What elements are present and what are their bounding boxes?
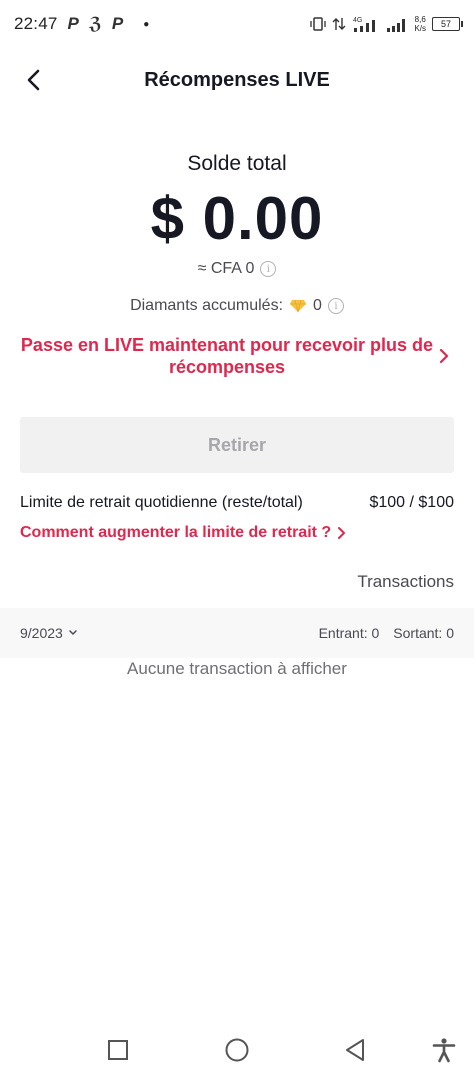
paypal-notification-icon: P [67, 14, 79, 33]
vibrate-icon [310, 17, 327, 31]
diamond-icon [290, 299, 307, 313]
increase-limit-text: Comment augmenter la limite de retrait ? [20, 524, 332, 541]
recent-apps-button[interactable] [102, 1034, 134, 1066]
diamonds-info-icon[interactable]: i [327, 298, 344, 314]
go-live-text: Passe en LIVE maintenant pour recevoir p… [20, 335, 434, 377]
signal-icon [387, 19, 406, 32]
increase-limit-link[interactable]: Comment augmenter la limite de retrait ? [20, 524, 347, 542]
app-notification-icon: ℨ [88, 14, 102, 33]
balance-amount: $ 0.00 [150, 185, 324, 252]
diamonds-label: Diamants accumulés: [130, 297, 284, 314]
accessibility-button[interactable] [428, 1034, 460, 1066]
balance-label: Solde total [187, 152, 287, 175]
chevron-down-icon [69, 630, 77, 636]
outgoing-count: Sortant: 0 [393, 625, 454, 641]
page-title: Récompenses LIVE [144, 68, 330, 91]
paypal-notification-icon-2: P [111, 14, 124, 33]
month-filter-bar: 9/2023 Entrant: 0 Sortant: 0 [0, 608, 474, 658]
status-right: 4G 8,6 K/s 57 [310, 15, 463, 33]
chevron-right-icon [434, 348, 454, 364]
empty-transactions-text: Aucune transaction à afficher [127, 659, 347, 678]
go-live-promo[interactable]: Passe en LIVE maintenant pour recevoir p… [20, 332, 454, 380]
battery-level: 57 [440, 19, 451, 29]
network-speed: 8,6 K/s [414, 15, 426, 33]
network-type-text: 4G [353, 17, 362, 24]
month-value: 9/2023 [20, 625, 63, 641]
accessibility-icon [432, 1038, 456, 1063]
signal-4g-icon: 4G [353, 17, 376, 32]
converted-balance: ≈ CFA 0 [197, 260, 255, 277]
square-icon [108, 1040, 128, 1060]
network-speed-value: 8,6 [414, 15, 426, 24]
header: Récompenses LIVE [0, 52, 474, 108]
withdraw-button[interactable]: Retirer [20, 417, 454, 473]
transactions-link[interactable]: Transactions [357, 572, 454, 592]
back-button[interactable] [16, 62, 52, 98]
diamonds-count: 0 [313, 297, 322, 314]
chevron-right-icon [338, 527, 346, 539]
status-bar: 22:47 P ℨ P ● 4G 8,6 K/s 57 [0, 0, 474, 48]
network-speed-unit: K/s [414, 24, 426, 33]
live-rewards-screen: 22:47 P ℨ P ● 4G 8,6 K/s 57 Récompenses … [0, 0, 474, 1080]
withdraw-limit-row: Limite de retrait quotidienne (reste/tot… [20, 494, 454, 512]
home-button[interactable] [221, 1034, 253, 1066]
info-icon[interactable]: i [260, 261, 277, 277]
withdraw-limit-value: $100 / $100 [369, 494, 454, 511]
back-nav-button[interactable] [339, 1034, 371, 1066]
month-counts: Entrant: 0 Sortant: 0 [319, 625, 454, 641]
battery-icon: 57 [432, 17, 463, 31]
system-nav-bar [0, 1020, 474, 1080]
more-notifications-dot-icon: ● [143, 18, 150, 30]
circle-icon [225, 1038, 249, 1062]
back-arrow-icon [27, 69, 40, 91]
triangle-back-icon [346, 1039, 364, 1061]
incoming-count: Entrant: 0 [318, 625, 380, 641]
month-selector[interactable]: 9/2023 [20, 625, 78, 641]
data-transfer-icon [332, 18, 346, 30]
converted-balance-row: ≈ CFA 0 i [0, 260, 474, 278]
status-left: 22:47 P ℨ P ● [14, 14, 149, 34]
withdraw-limit-label: Limite de retrait quotidienne (reste/tot… [20, 494, 303, 511]
status-time: 22:47 [14, 14, 58, 33]
diamonds-row: Diamants accumulés: 0 i [0, 297, 474, 315]
